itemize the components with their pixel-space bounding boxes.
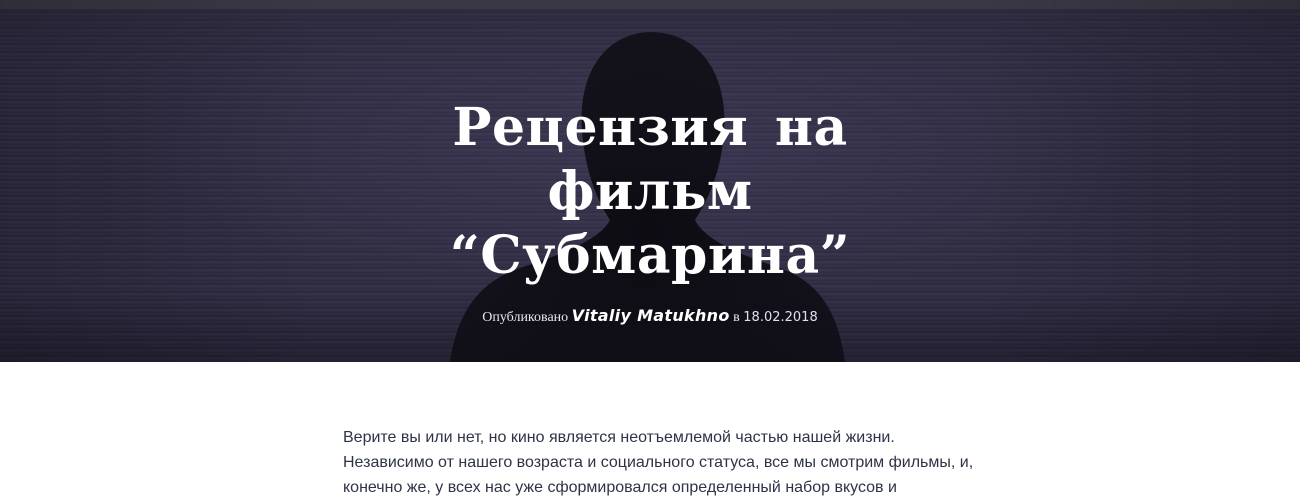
- hero-content: Рецензия на фильм “Субмарина” Опубликова…: [0, 96, 1300, 326]
- hero-banner: Рецензия на фильм “Субмарина” Опубликова…: [0, 0, 1300, 362]
- article-paragraph: Верите вы или нет, но кино является неот…: [343, 429, 974, 496]
- post-meta: Опубликовано Vitaliy Matukhno в 18.02.20…: [0, 306, 1300, 326]
- in-label: в: [733, 310, 740, 325]
- article-body: Верите вы или нет, но кино является неот…: [343, 425, 983, 500]
- author-link[interactable]: Vitaliy Matukhno: [572, 306, 730, 325]
- publish-date: 18.02.2018: [743, 310, 818, 325]
- published-label: Опубликовано: [482, 310, 569, 325]
- page-title: Рецензия на фильм “Субмарина”: [449, 97, 851, 286]
